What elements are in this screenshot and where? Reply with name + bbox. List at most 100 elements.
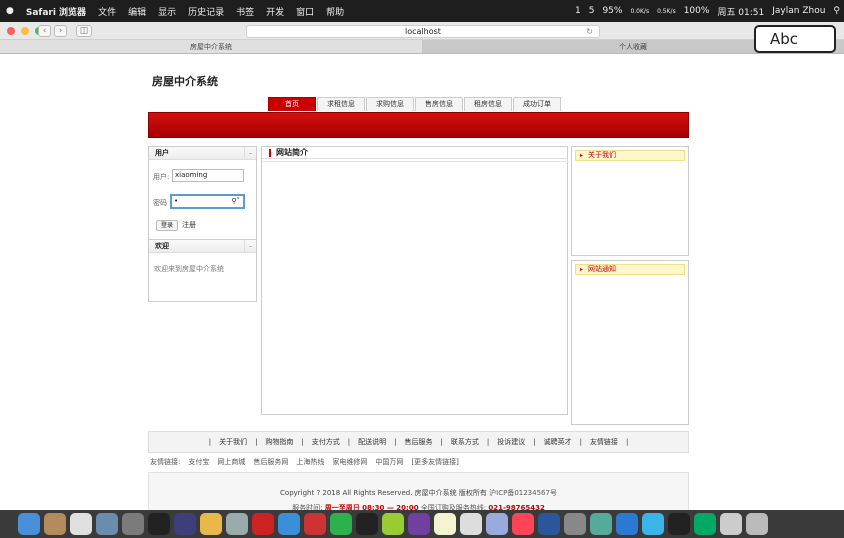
menu-view[interactable]: 显示 — [152, 5, 182, 18]
trash-icon[interactable] — [746, 513, 768, 535]
intellij-icon[interactable] — [148, 513, 170, 535]
menu-bookmarks[interactable]: 书签 — [230, 5, 260, 18]
apple-icon[interactable]: ● — [0, 6, 20, 16]
welcome-header-text: 欢迎 — [155, 242, 169, 250]
friend-link[interactable]: 上海热线 — [296, 457, 324, 467]
safari-icon[interactable] — [278, 513, 300, 535]
banner — [148, 112, 689, 138]
edge-icon[interactable] — [694, 513, 716, 535]
word-icon[interactable] — [538, 513, 560, 535]
photos-icon[interactable] — [70, 513, 92, 535]
music-icon[interactable] — [512, 513, 534, 535]
footer-sep: | — [486, 438, 490, 446]
notification-count-2[interactable]: 5 — [585, 6, 599, 16]
password-mask: • — [174, 197, 179, 205]
footer-sep: | — [301, 438, 304, 446]
app-icon-green[interactable] — [382, 513, 404, 535]
preview-icon[interactable] — [96, 513, 118, 535]
friend-link[interactable]: 售后服务网 — [253, 457, 288, 467]
address-bar[interactable]: localhost ↻ — [246, 25, 600, 38]
nav-for-rent[interactable]: 租房信息 — [464, 97, 512, 111]
footer-link-aftersale[interactable]: 售后服务 — [401, 437, 437, 447]
nav-rent-wanted[interactable]: 求租信息 — [317, 97, 365, 111]
teamviewer-icon[interactable] — [642, 513, 664, 535]
eclipse-icon[interactable] — [174, 513, 196, 535]
close-icon[interactable] — [7, 27, 15, 35]
notification-count-1[interactable]: 1 — [571, 6, 585, 16]
nav-orders[interactable]: 成功订单 — [513, 97, 561, 111]
reload-icon[interactable]: ↻ — [586, 26, 593, 37]
tab-house-system[interactable]: 房屋中介系统 — [0, 40, 422, 53]
password-input[interactable]: • ⚲˅ — [170, 194, 245, 209]
nav-for-sale[interactable]: 售房信息 — [415, 97, 463, 111]
friend-link[interactable]: 中国万网 — [375, 457, 403, 467]
calendar-icon[interactable] — [460, 513, 482, 535]
friend-links: 友情链接: 支付宝 网上商城 售后服务网 上海热线 家电维修网 中国万网 [更多… — [150, 457, 467, 467]
menu-file[interactable]: 文件 — [92, 5, 122, 18]
footer-link-contact[interactable]: 联系方式 — [447, 437, 483, 447]
footer-link-jobs[interactable]: 诚聘英才 — [540, 437, 576, 447]
back-button[interactable]: ‹ — [38, 25, 51, 37]
footer-link-guide[interactable]: 购物指南 — [261, 437, 297, 447]
forward-button[interactable]: › — [54, 25, 67, 37]
footer-sep: | — [533, 438, 536, 446]
nav-buy-wanted[interactable]: 求购信息 — [366, 97, 414, 111]
input-method-indicator: Abc — [754, 25, 836, 53]
friend-link[interactable]: 支付宝 — [188, 457, 209, 467]
footer-sep: | — [579, 438, 582, 446]
icp-link[interactable]: 沪ICP备01234567号 — [489, 489, 557, 497]
footer-link-about[interactable]: 关于我们 — [215, 437, 251, 447]
collapse-icon[interactable]: – — [244, 147, 256, 159]
app-icon-teal[interactable] — [590, 513, 612, 535]
footer-link-delivery[interactable]: 配送说明 — [354, 437, 390, 447]
redis-icon[interactable] — [252, 513, 274, 535]
app-icon-blue[interactable] — [616, 513, 638, 535]
footer-sep: | — [394, 438, 397, 446]
document-icon[interactable] — [720, 513, 742, 535]
key-icon[interactable]: ⚲˅ — [231, 196, 240, 207]
maps-icon[interactable] — [486, 513, 508, 535]
notes-icon[interactable] — [434, 513, 456, 535]
friend-link[interactable]: 家电维修网 — [332, 457, 367, 467]
app-menu[interactable]: Safari 浏览器 — [20, 5, 92, 18]
wechat-icon[interactable] — [330, 513, 352, 535]
login-button[interactable]: 登录 — [156, 220, 178, 231]
main-nav: 首页 求租信息 求购信息 售房信息 租房信息 成功订单 — [268, 97, 561, 111]
more-friend-links[interactable]: [更多友情链接] — [411, 457, 458, 467]
axure-icon[interactable] — [408, 513, 430, 535]
notes-app-icon[interactable] — [44, 513, 66, 535]
nav-home[interactable]: 首页 — [268, 97, 316, 111]
menu-help[interactable]: 帮助 — [320, 5, 350, 18]
friend-link[interactable]: 网上商城 — [217, 457, 245, 467]
copyright-text: Copyright ? 2018 All Rights Reserved. 房屋… — [280, 489, 487, 497]
menu-edit[interactable]: 编辑 — [122, 5, 152, 18]
collapse-icon[interactable]: – — [244, 240, 256, 252]
qq-icon-2[interactable] — [668, 513, 690, 535]
menu-window[interactable]: 窗口 — [290, 5, 320, 18]
menu-history[interactable]: 历史记录 — [182, 5, 230, 18]
launchpad-icon[interactable] — [122, 513, 144, 535]
app-icon-red[interactable] — [304, 513, 326, 535]
notice-header[interactable]: 网站通知 — [575, 264, 685, 275]
footer-link-complaint[interactable]: 投诉建议 — [493, 437, 529, 447]
tab-bar: 房屋中介系统 个人收藏 — [0, 40, 844, 54]
finder-icon[interactable] — [18, 513, 40, 535]
database-icon[interactable] — [226, 513, 248, 535]
net-speed-up: 0.0K/s — [630, 7, 650, 15]
minimize-icon[interactable] — [21, 27, 29, 35]
footer-links: | 关于我们 | 购物指南 | 支付方式 | 配送说明 | 售后服务 | 联系方式 | 投诉… — [148, 431, 689, 453]
menu-develop[interactable]: 开发 — [260, 5, 290, 18]
sidebar-icon[interactable]: ◫ — [76, 25, 92, 37]
footer-link-payment[interactable]: 支付方式 — [308, 437, 344, 447]
qq-icon[interactable] — [356, 513, 378, 535]
spotlight-icon[interactable]: ⚲ — [829, 6, 844, 16]
menubar-user[interactable]: Jaylan Zhou — [768, 6, 829, 16]
username-input[interactable]: xiaoming — [172, 169, 244, 182]
app-icon-yellow[interactable] — [200, 513, 222, 535]
system-prefs-icon[interactable] — [564, 513, 586, 535]
register-link[interactable]: 注册 — [182, 220, 196, 230]
about-header[interactable]: 关于我们 — [575, 150, 685, 161]
menubar-clock[interactable]: 周五 01:51 — [713, 5, 768, 18]
footer-sep: | — [208, 438, 212, 446]
footer-link-friends[interactable]: 友情链接 — [586, 437, 622, 447]
